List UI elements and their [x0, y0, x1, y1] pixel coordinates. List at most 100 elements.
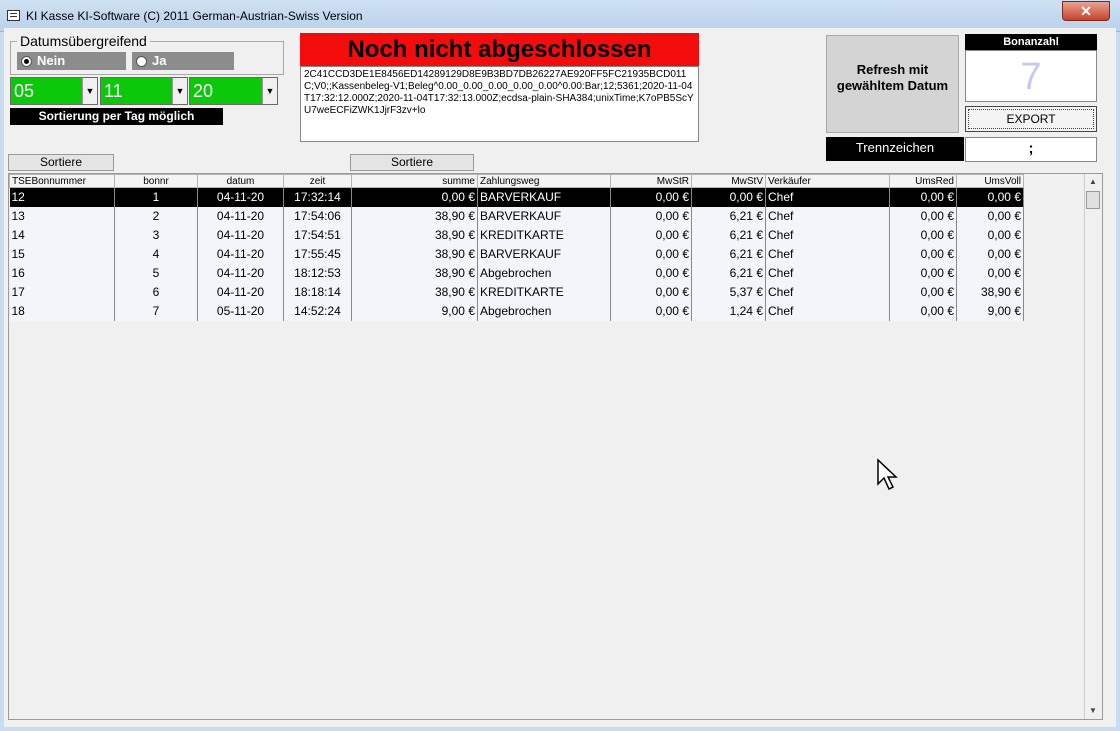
- receipts-table: TSEBonnummer bonnr datum zeit summe Zahl…: [9, 174, 1024, 321]
- col-header-umsvoll[interactable]: UmsVoll: [956, 174, 1024, 188]
- cell-mwstr: 0,00 €: [610, 282, 692, 302]
- cell-umsvoll: 0,00 €: [956, 206, 1024, 226]
- sort-hint: Sortierung per Tag möglich: [10, 108, 223, 125]
- scroll-up-icon[interactable]: ▲: [1085, 174, 1101, 190]
- day-select[interactable]: 05 ▼: [10, 77, 98, 105]
- col-header-umsred[interactable]: UmsRed: [889, 174, 957, 188]
- cell-umsvoll: 9,00 €: [956, 301, 1024, 321]
- radio-nein[interactable]: Nein: [17, 52, 126, 70]
- bon-count-value: 7: [965, 50, 1097, 102]
- col-header-verkaeufer[interactable]: Verkäufer: [765, 174, 890, 188]
- cell-mwstv: 0,00 €: [691, 187, 766, 207]
- cell-summe: 38,90 €: [351, 206, 478, 226]
- cell-summe: 9,00 €: [351, 301, 478, 321]
- cell-bonnr: 2: [114, 206, 198, 226]
- col-header-datum[interactable]: datum: [197, 174, 284, 188]
- separator-input[interactable]: ;: [965, 137, 1097, 162]
- cell-zeit: 18:12:53: [283, 263, 352, 283]
- col-header-mwstv[interactable]: MwStV: [691, 174, 766, 188]
- vertical-scrollbar[interactable]: ▲ ▼: [1084, 174, 1101, 719]
- cell-umsred: 0,00 €: [889, 225, 957, 245]
- col-header-zeit[interactable]: zeit: [283, 174, 352, 188]
- col-header-bonnr[interactable]: bonnr: [114, 174, 198, 188]
- col-header-zahlungsweg[interactable]: Zahlungsweg: [477, 174, 611, 188]
- cell-verkaeufer: Chef: [765, 282, 890, 302]
- table-row[interactable]: 12 1 04-11-20 17:32:14 0,00 € BARVERKAUF 0,00 …: [9, 187, 1024, 207]
- client-area: Datumsübergreifend Nein Ja 05 ▼ 11 ▼ 20 …: [4, 28, 1116, 727]
- sort-button-left[interactable]: Sortiere: [8, 154, 114, 171]
- cell-umsvoll: 0,00 €: [956, 187, 1024, 207]
- cell-verkaeufer: Chef: [765, 225, 890, 245]
- window-title: KI Kasse KI-Software (C) 2011 German-Aus…: [26, 9, 363, 23]
- radio-nein-label: Nein: [37, 53, 66, 68]
- cell-tsebonnummer: 15: [9, 244, 115, 264]
- chevron-down-icon[interactable]: ▼: [172, 78, 187, 104]
- close-button[interactable]: ✕: [1062, 1, 1110, 21]
- cell-umsred: 0,00 €: [889, 244, 957, 264]
- sort-button-right[interactable]: Sortiere: [350, 154, 474, 171]
- export-button[interactable]: EXPORT: [965, 106, 1097, 132]
- status-banner: Noch nicht abgeschlossen: [300, 33, 699, 66]
- col-header-tsebonnummer[interactable]: TSEBonnummer: [9, 174, 115, 188]
- table-row[interactable]: 14 3 04-11-20 17:54:51 38,90 € KREDITKARTE 0,0…: [9, 225, 1024, 245]
- tse-signature-text: 2C41CCD3DE1E8456ED14289129D8E9B3BD7DB262…: [300, 66, 699, 142]
- month-select[interactable]: 11 ▼: [100, 77, 188, 105]
- export-button-label: EXPORT: [968, 109, 1094, 129]
- cell-umsred: 0,00 €: [889, 282, 957, 302]
- col-header-summe[interactable]: summe: [351, 174, 478, 188]
- cell-datum: 04-11-20: [197, 206, 284, 226]
- cell-mwstv: 5,37 €: [691, 282, 766, 302]
- table-row[interactable]: 13 2 04-11-20 17:54:06 38,90 € BARVERKAUF 0,00…: [9, 206, 1024, 226]
- radio-unchecked-icon: [136, 56, 147, 67]
- cell-datum: 04-11-20: [197, 244, 284, 264]
- col-header-mwstr[interactable]: MwStR: [610, 174, 692, 188]
- cell-tsebonnummer: 12: [9, 187, 115, 207]
- app-icon: [7, 10, 20, 21]
- table-row[interactable]: 16 5 04-11-20 18:12:53 38,90 € Abgebrochen 0,0…: [9, 263, 1024, 283]
- cell-datum: 04-11-20: [197, 282, 284, 302]
- cell-bonnr: 7: [114, 301, 198, 321]
- refresh-button[interactable]: Refresh mit gewähltem Datum: [826, 35, 959, 133]
- cell-verkaeufer: Chef: [765, 244, 890, 264]
- day-value: 05: [14, 81, 35, 101]
- cell-umsvoll: 0,00 €: [956, 225, 1024, 245]
- table-body: 12 1 04-11-20 17:32:14 0,00 € BARVERKAUF 0,00 …: [9, 187, 1024, 321]
- scroll-thumb[interactable]: [1086, 191, 1100, 209]
- cell-mwstr: 0,00 €: [610, 244, 692, 264]
- cell-bonnr: 5: [114, 263, 198, 283]
- cell-mwstv: 6,21 €: [691, 244, 766, 264]
- cell-zeit: 18:18:14: [283, 282, 352, 302]
- cell-verkaeufer: Chef: [765, 301, 890, 321]
- cell-mwstr: 0,00 €: [610, 301, 692, 321]
- cell-summe: 0,00 €: [351, 187, 478, 207]
- cell-tsebonnummer: 16: [9, 263, 115, 283]
- cell-verkaeufer: Chef: [765, 206, 890, 226]
- scroll-down-icon[interactable]: ▼: [1085, 703, 1101, 719]
- year-select[interactable]: 20 ▼: [189, 77, 278, 105]
- cell-tsebonnummer: 14: [9, 225, 115, 245]
- year-value: 20: [193, 81, 214, 101]
- bon-count-label: Bonanzahl: [965, 34, 1097, 50]
- chevron-down-icon[interactable]: ▼: [262, 78, 277, 104]
- cell-verkaeufer: Chef: [765, 263, 890, 283]
- cell-umsvoll: 0,00 €: [956, 244, 1024, 264]
- cell-umsred: 0,00 €: [889, 263, 957, 283]
- receipts-grid: TSEBonnummer bonnr datum zeit summe Zahl…: [8, 173, 1103, 720]
- cell-mwstr: 0,00 €: [610, 206, 692, 226]
- table-row[interactable]: 18 7 05-11-20 14:52:24 9,00 € Abgebrochen 0,00…: [9, 301, 1024, 321]
- cell-zahlungsweg: Abgebrochen: [477, 263, 611, 283]
- chevron-down-icon[interactable]: ▼: [82, 78, 97, 104]
- cell-zeit: 17:54:51: [283, 225, 352, 245]
- radio-ja[interactable]: Ja: [132, 52, 234, 70]
- separator-label: Trennzeichen: [826, 137, 964, 161]
- table-row[interactable]: 17 6 04-11-20 18:18:14 38,90 € KREDITKARTE 0,0…: [9, 282, 1024, 302]
- table-row[interactable]: 15 4 04-11-20 17:55:45 38,90 € BARVERKAUF 0,00…: [9, 244, 1024, 264]
- cell-zahlungsweg: KREDITKARTE: [477, 225, 611, 245]
- radio-checked-icon: [21, 56, 32, 67]
- cell-mwstv: 6,21 €: [691, 225, 766, 245]
- cell-umsred: 0,00 €: [889, 206, 957, 226]
- cell-zeit: 17:54:06: [283, 206, 352, 226]
- cell-bonnr: 1: [114, 187, 198, 207]
- cell-mwstr: 0,00 €: [610, 187, 692, 207]
- cell-datum: 05-11-20: [197, 301, 284, 321]
